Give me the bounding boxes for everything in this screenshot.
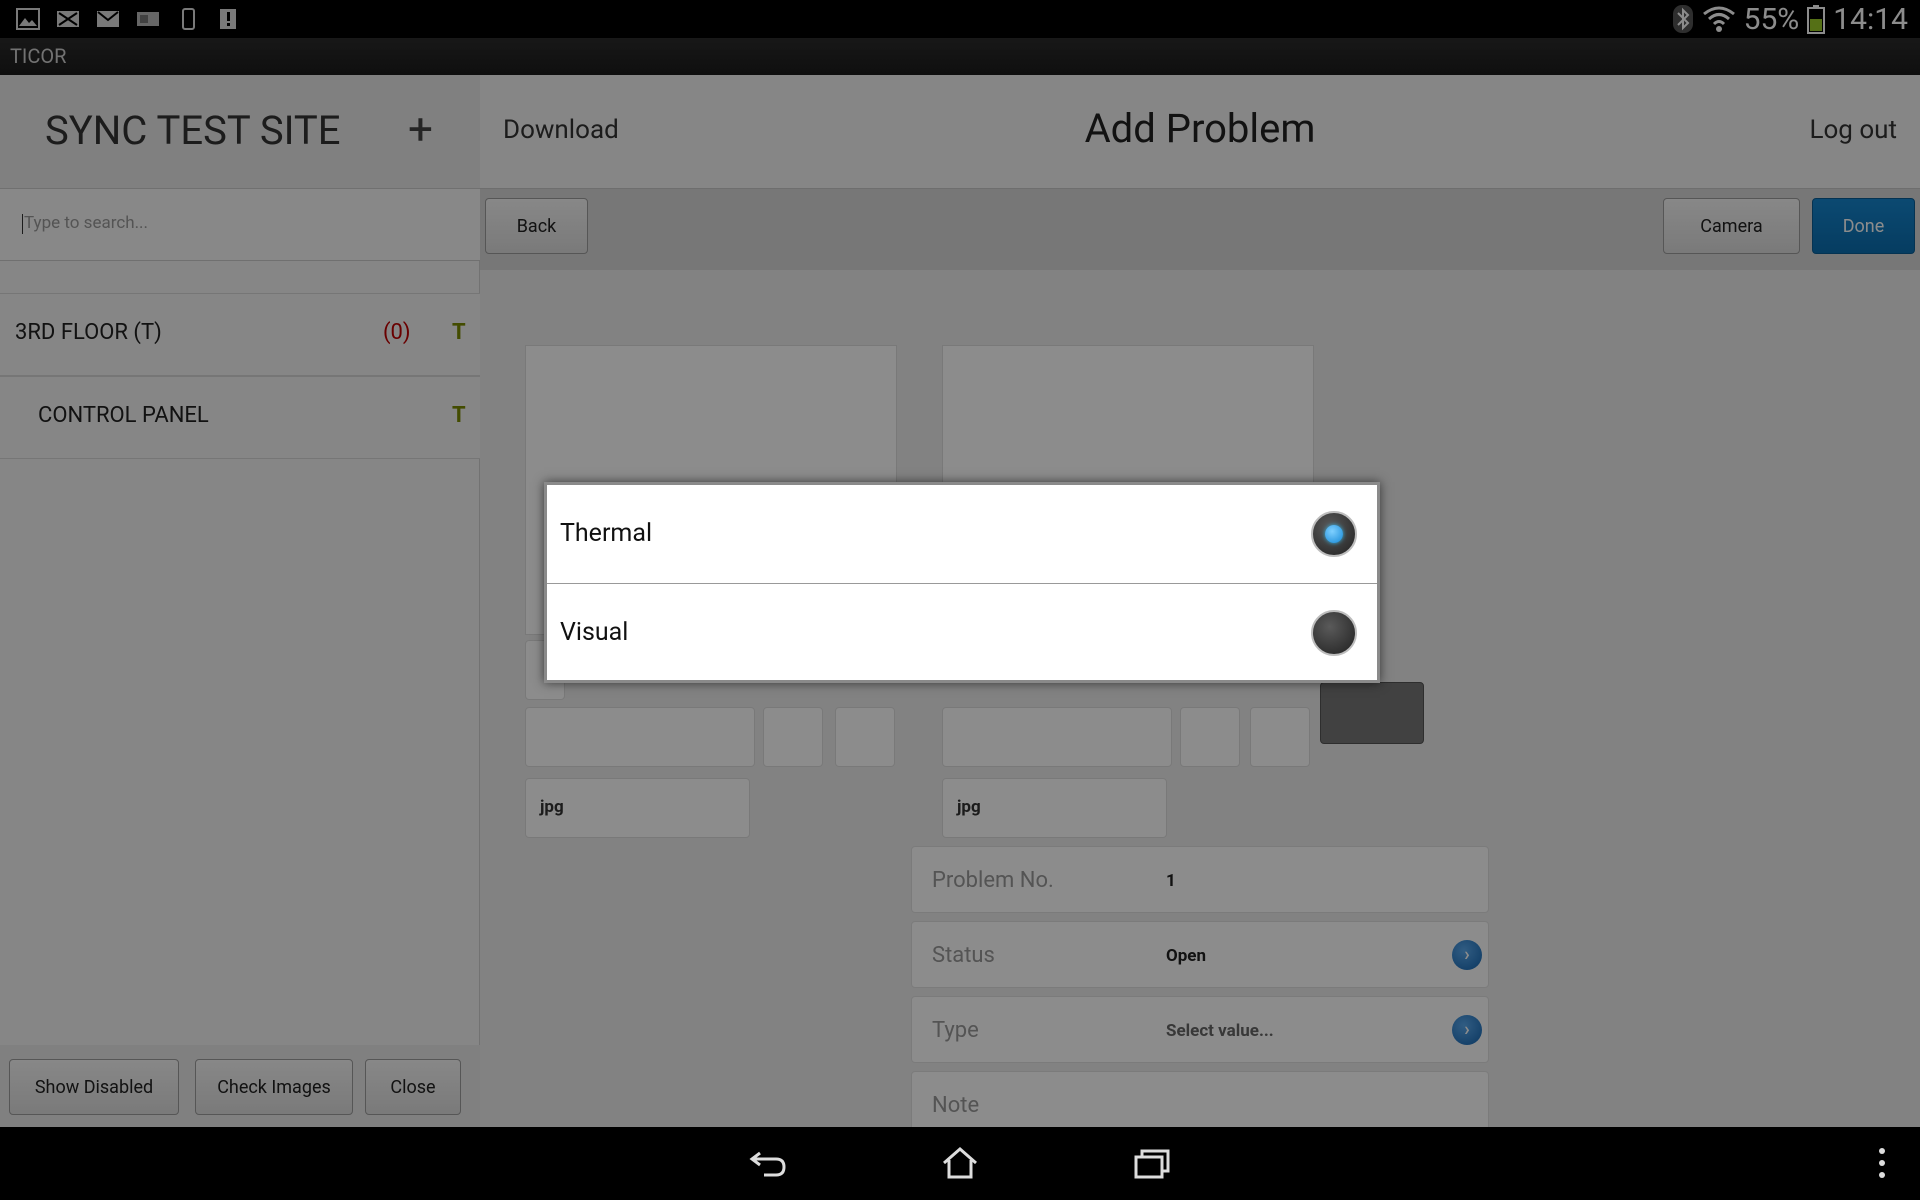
option-label: Thermal (560, 519, 653, 548)
recent-apps-icon[interactable] (1132, 1145, 1172, 1181)
home-icon[interactable] (940, 1145, 980, 1181)
option-thermal[interactable]: Thermal (547, 485, 1377, 583)
option-label: Visual (560, 618, 629, 647)
radio-unselected-icon[interactable] (1311, 610, 1357, 656)
overflow-menu-icon[interactable] (1864, 1145, 1900, 1181)
option-visual[interactable]: Visual (547, 583, 1377, 681)
image-type-dialog: Thermal Visual (544, 482, 1380, 683)
back-icon[interactable] (748, 1145, 788, 1181)
radio-selected-icon[interactable] (1311, 511, 1357, 557)
navigation-bar (0, 1127, 1920, 1200)
